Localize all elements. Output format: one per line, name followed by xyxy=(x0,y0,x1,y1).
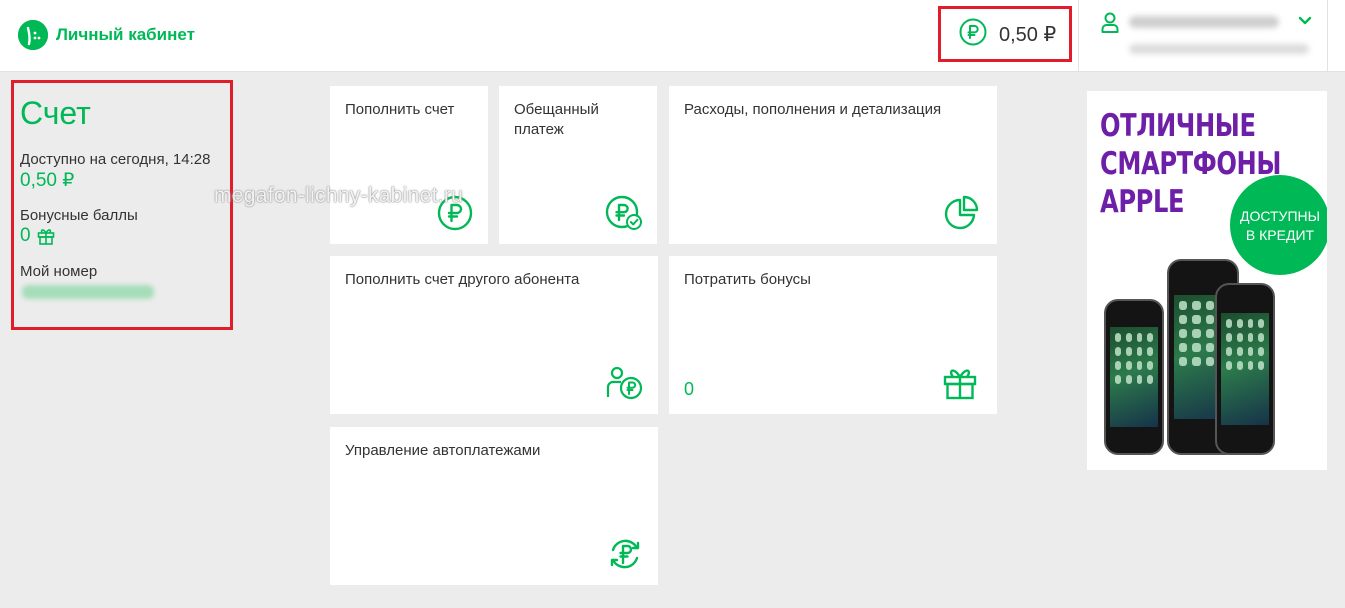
tile-top-up-other[interactable]: Пополнить счет другого абонента xyxy=(330,256,658,414)
tile-autopayments[interactable]: Управление автоплатежами xyxy=(330,427,658,585)
ad-badge-line2: В КРЕДИТ xyxy=(1245,227,1315,243)
tile-expenses-details[interactable]: Расходы, пополнения и детализация xyxy=(669,86,997,244)
iphone-image-left xyxy=(1104,299,1164,455)
pie-chart-icon xyxy=(943,194,981,232)
bonus-count: 0 xyxy=(684,379,695,399)
gift-icon xyxy=(941,364,979,402)
ad-headline-line1: ОТЛИЧНЫЕ xyxy=(1100,108,1256,144)
header-balance[interactable]: 0,50 ₽ xyxy=(938,6,1072,62)
gift-icon xyxy=(37,227,55,245)
user-name-blurred xyxy=(1129,16,1279,28)
tile-top-up[interactable]: Пополнить счет xyxy=(330,86,488,244)
ruble-cycle-icon xyxy=(606,535,644,573)
user-details-blurred xyxy=(1129,44,1309,54)
ruble-circle-icon xyxy=(436,194,474,232)
my-number-label: Мой номер xyxy=(20,263,98,280)
tile-promised-payment[interactable]: Обещанный платеж xyxy=(499,86,657,244)
logo-text: Личный кабинет xyxy=(56,25,195,44)
ruble-circle-icon xyxy=(959,18,987,51)
my-number-blurred xyxy=(22,285,154,299)
tile-spend-bonuses[interactable]: Потратить бонусы 0 xyxy=(669,256,997,414)
ad-headline-line3: APPLE xyxy=(1100,184,1185,220)
available-label: Доступно на сегодня, 14:28 xyxy=(20,151,211,168)
tile-title: Пополнить счет другого абонента xyxy=(345,271,580,288)
tile-title: Расходы, пополнения и детализация xyxy=(684,101,942,118)
bonus-value-row[interactable]: 0 xyxy=(20,225,55,247)
user-ruble-icon xyxy=(606,364,644,402)
bonus-label: Бонусные баллы xyxy=(20,207,138,224)
iphone-image-right xyxy=(1215,283,1275,455)
chevron-down-icon[interactable] xyxy=(1297,14,1313,32)
tile-title: Управление автоплатежами xyxy=(345,442,541,459)
header-balance-value: 0,50 ₽ xyxy=(999,23,1057,46)
user-icon xyxy=(1101,12,1119,39)
tile-title: Потратить бонусы xyxy=(684,271,811,288)
apple-smartphones-ad[interactable]: ОТЛИЧНЫЕ СМАРТФОНЫ APPLE ДОСТУПНЫ В КРЕД… xyxy=(1087,91,1327,470)
user-menu[interactable] xyxy=(1078,0,1328,72)
ruble-check-icon xyxy=(605,194,643,232)
ad-headline-line2: СМАРТФОНЫ xyxy=(1100,146,1282,182)
available-value: 0,50 ₽ xyxy=(20,170,75,191)
account-title: Счет xyxy=(20,95,91,131)
page: Личный кабинет 0,50 ₽ Счет Доступно на с… xyxy=(0,0,1345,608)
tile-title: Обещанный платеж xyxy=(514,101,599,138)
megafon-logo-icon xyxy=(18,20,48,50)
bonus-value: 0 xyxy=(20,225,31,246)
top-header: Личный кабинет 0,50 ₽ xyxy=(0,0,1345,72)
tile-title: Пополнить счет xyxy=(345,101,455,118)
ad-badge-line1: ДОСТУПНЫ xyxy=(1239,208,1321,224)
account-panel: Счет Доступно на сегодня, 14:28 0,50 ₽ Б… xyxy=(11,80,233,330)
logo-link[interactable]: Личный кабинет xyxy=(18,20,195,50)
ad-credit-badge: ДОСТУПНЫ В КРЕДИТ xyxy=(1230,175,1327,275)
